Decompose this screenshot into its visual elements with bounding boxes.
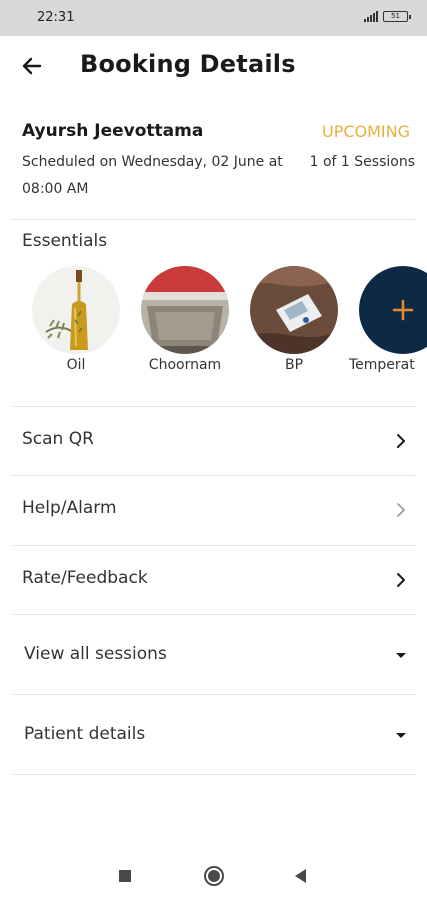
status-icons: 51 <box>364 10 411 22</box>
status-badge: UPCOMING <box>321 122 410 141</box>
app-header: Booking Details <box>0 36 427 96</box>
divider <box>12 219 415 220</box>
essential-label: BP <box>284 357 304 373</box>
divider <box>12 694 415 695</box>
menu-label: Rate/Feedback <box>22 568 148 588</box>
signal-icon <box>364 10 378 22</box>
essential-label: Temperat <box>349 357 415 373</box>
caret-down-icon <box>396 653 406 658</box>
essentials-title: Essentials <box>22 231 108 251</box>
chevron-right-icon <box>397 503 405 517</box>
patient-name: Ayursh Jeevottama <box>22 121 204 141</box>
essential-item-bp[interactable]: BP <box>239 266 349 381</box>
arrow-left-icon <box>22 57 42 75</box>
menu-label: Patient details <box>24 724 146 744</box>
divider <box>12 774 415 775</box>
menu-label: View all sessions <box>24 644 167 664</box>
square-recents-icon <box>119 870 131 882</box>
essential-item-temperature[interactable]: Temperat <box>348 266 427 381</box>
sessions-count: 1 of 1 Sessions <box>309 154 415 170</box>
essentials-list: Oil Choornam BP Temperat <box>0 266 427 386</box>
menu-label: Help/Alarm <box>22 498 117 518</box>
menu-item-rate-feedback[interactable]: Rate/Feedback <box>0 546 427 614</box>
recents-button[interactable] <box>113 864 137 888</box>
divider <box>12 614 415 615</box>
menu-item-scan-qr[interactable]: Scan QR <box>0 407 427 475</box>
system-nav-bar <box>0 850 427 900</box>
booking-summary: Ayursh Jeevottama UPCOMING Scheduled on … <box>0 115 427 219</box>
status-time: 22:31 <box>37 10 75 25</box>
menu-label: Scan QR <box>22 429 94 449</box>
essential-item-oil[interactable]: Oil <box>21 266 131 381</box>
menu-item-patient-details[interactable]: Patient details <box>0 700 427 774</box>
essential-label: Choornam <box>148 357 222 373</box>
page-title: Booking Details <box>80 50 296 78</box>
triangle-back-icon <box>295 869 306 883</box>
battery-icon: 51 <box>383 10 411 22</box>
oil-bottle-photo <box>32 266 120 354</box>
essential-label: Oil <box>66 357 86 373</box>
add-essential-circle <box>359 266 427 354</box>
plus-icon <box>392 299 414 321</box>
home-button[interactable] <box>202 864 226 888</box>
status-bar: 22:31 51 <box>0 0 427 36</box>
back-button[interactable] <box>16 50 48 82</box>
system-back-button[interactable] <box>289 864 313 888</box>
bp-monitor-photo <box>250 266 338 354</box>
choornam-photo <box>141 266 229 354</box>
circle-home-icon <box>204 866 224 886</box>
menu-item-help-alarm[interactable]: Help/Alarm <box>0 476 427 544</box>
menu-item-view-all-sessions[interactable]: View all sessions <box>0 620 427 694</box>
chevron-right-icon <box>397 434 405 448</box>
battery-level: 51 <box>391 11 400 20</box>
chevron-right-icon <box>397 573 405 587</box>
caret-down-icon <box>396 733 406 738</box>
essential-item-choornam[interactable]: Choornam <box>130 266 240 381</box>
schedule-text: Scheduled on Wednesday, 02 June at 08:00… <box>22 154 283 197</box>
